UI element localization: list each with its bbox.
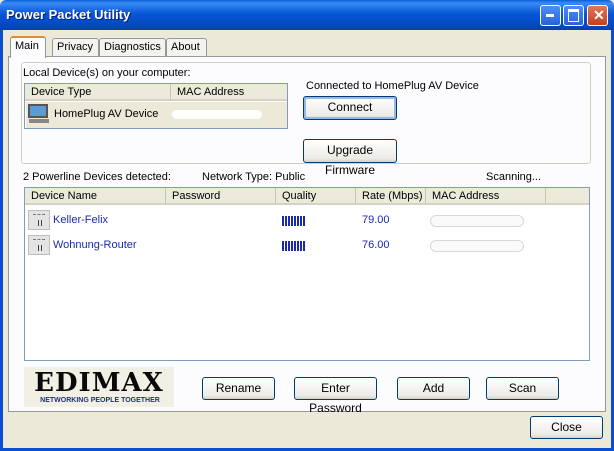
rename-button[interactable]: Rename <box>202 377 275 400</box>
tab-about-label: About <box>171 41 200 53</box>
table-row[interactable]: Wohnung-Router 76.00 <box>25 234 589 258</box>
enter-password-button[interactable]: Enter Password <box>294 377 377 415</box>
close-button[interactable]: Close <box>530 416 603 439</box>
column-password[interactable]: Password <box>166 188 276 205</box>
tab-privacy[interactable]: Privacy <box>52 38 99 56</box>
tab-diagnostics-label: Diagnostics <box>104 41 161 53</box>
powerline-device-list[interactable]: Device Name Password Quality Rate (Mbps)… <box>24 187 590 361</box>
close-icon: ✕ <box>593 7 605 23</box>
column-mac-address[interactable]: MAC Address <box>426 188 546 205</box>
devices-detected-label: 2 Powerline Devices detected: <box>23 171 171 183</box>
edimax-logo: EDIMAX NETWORKING PEOPLE TOGETHER <box>24 367 174 407</box>
device-name: Wohnung-Router <box>53 239 137 251</box>
computer-base-icon <box>29 119 49 123</box>
connect-button[interactable]: Connect <box>303 96 397 120</box>
add-button[interactable]: Add <box>397 377 470 400</box>
local-mac-address-redacted <box>172 110 262 119</box>
connection-status: Connected to HomePlug AV Device <box>306 80 479 92</box>
column-device-type[interactable]: Device Type <box>25 84 171 101</box>
table-row[interactable]: Keller-Felix 79.00 <box>25 208 589 232</box>
network-type-label: Network Type: Public <box>202 171 306 183</box>
minimize-button[interactable] <box>540 5 561 26</box>
device-rate: 79.00 <box>362 214 390 226</box>
list-item[interactable]: HomePlug AV Device <box>26 102 287 128</box>
device-mac-redacted <box>430 215 524 227</box>
tab-about[interactable]: About <box>166 38 207 56</box>
powerline-adapter-icon <box>28 235 50 255</box>
upgrade-firmware-button[interactable]: Upgrade Firmware <box>303 139 397 177</box>
device-mac-redacted <box>430 240 524 252</box>
maximize-button[interactable] <box>563 5 584 26</box>
column-device-name[interactable]: Device Name <box>25 188 166 205</box>
computer-monitor-icon <box>28 104 48 118</box>
maximize-icon <box>568 9 579 22</box>
column-filler <box>546 188 589 205</box>
logo-tagline: NETWORKING PEOPLE TOGETHER <box>40 397 160 404</box>
local-device-list[interactable]: Device Type MAC Address HomePlug AV Devi… <box>24 83 288 129</box>
powerline-adapter-icon <box>28 210 50 230</box>
tab-privacy-label: Privacy <box>57 41 94 53</box>
scanning-status: Scanning... <box>486 171 542 183</box>
device-rate: 76.00 <box>362 239 390 251</box>
close-window-button[interactable]: ✕ <box>587 5 608 26</box>
quality-bars-icon <box>282 216 306 226</box>
tab-main[interactable]: Main <box>10 36 46 58</box>
tab-main-label: Main <box>15 40 39 52</box>
scan-button[interactable]: Scan <box>486 377 559 400</box>
quality-bars-icon <box>282 241 306 251</box>
local-device-type: HomePlug AV Device <box>54 108 159 120</box>
logo-brand: EDIMAX <box>34 368 164 398</box>
column-rate[interactable]: Rate (Mbps) <box>356 188 426 205</box>
window-title: Power Packet Utility <box>6 7 131 22</box>
local-devices-label: Local Device(s) on your computer: <box>23 67 191 79</box>
tab-diagnostics[interactable]: Diagnostics <box>99 38 166 56</box>
device-name: Keller-Felix <box>53 214 109 226</box>
minimize-icon <box>546 14 554 17</box>
column-quality[interactable]: Quality <box>276 188 356 205</box>
title-bar[interactable]: Power Packet Utility ✕ <box>0 0 614 30</box>
column-mac-address[interactable]: MAC Address <box>171 84 287 101</box>
